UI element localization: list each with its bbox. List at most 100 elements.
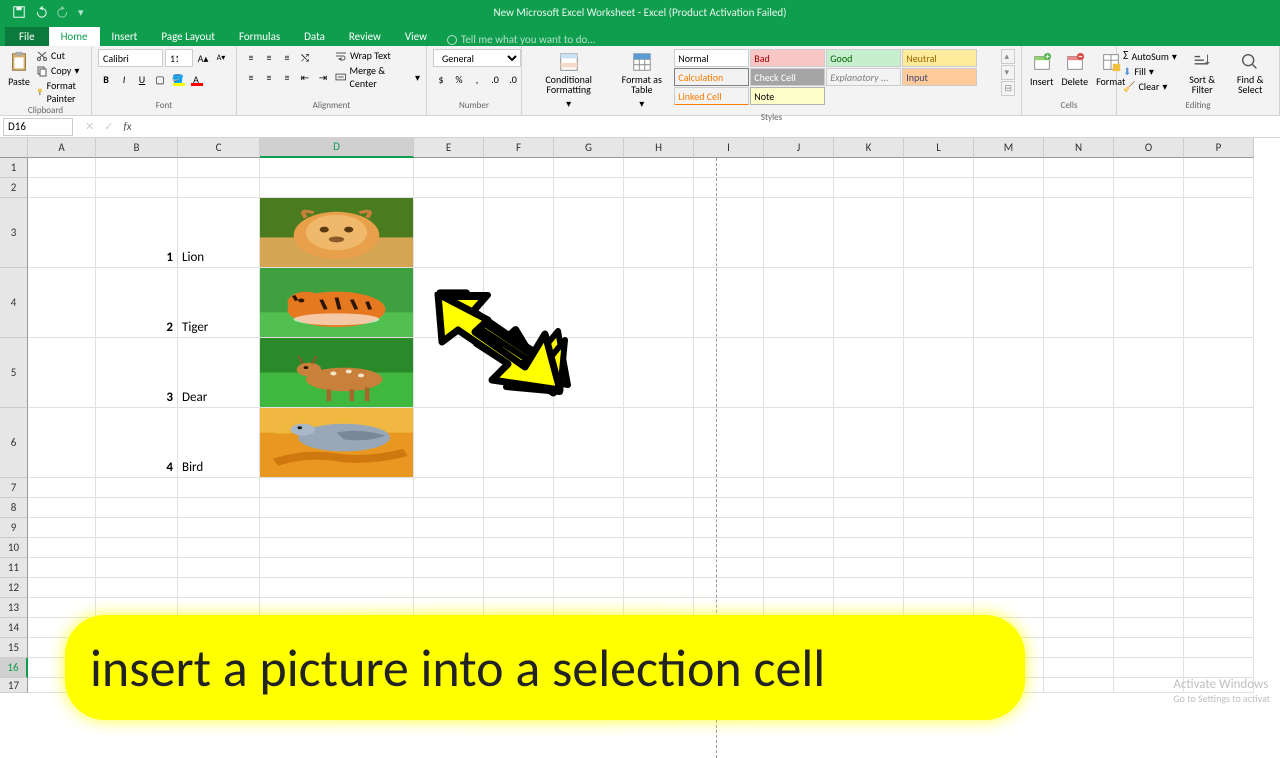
cell[interactable] — [1184, 658, 1254, 678]
cell[interactable] — [554, 408, 624, 478]
align-left-icon[interactable]: ≡ — [243, 69, 259, 85]
cell[interactable] — [484, 158, 554, 178]
cell[interactable] — [904, 158, 974, 178]
cell[interactable] — [974, 558, 1044, 578]
row-header-4[interactable]: 4 — [0, 268, 28, 338]
cell[interactable] — [1044, 268, 1114, 338]
col-header-C[interactable]: C — [178, 138, 260, 158]
cell[interactable] — [260, 178, 414, 198]
cell[interactable] — [764, 268, 834, 338]
indent-inc-icon[interactable]: ⇥ — [315, 69, 331, 85]
col-header-B[interactable]: B — [96, 138, 178, 158]
cell[interactable] — [1044, 618, 1114, 638]
cell[interactable] — [1114, 578, 1184, 598]
cell[interactable] — [28, 578, 96, 598]
cell[interactable] — [1044, 518, 1114, 538]
cell[interactable] — [554, 518, 624, 538]
cell[interactable] — [1044, 338, 1114, 408]
sort-filter-button[interactable]: Sort & Filter — [1181, 49, 1223, 97]
col-header-A[interactable]: A — [28, 138, 96, 158]
cell[interactable] — [1184, 498, 1254, 518]
cell[interactable] — [1184, 518, 1254, 538]
tab-file[interactable]: File — [5, 27, 49, 46]
cell[interactable] — [974, 518, 1044, 538]
cell[interactable] — [260, 558, 414, 578]
cell[interactable] — [1044, 538, 1114, 558]
cell[interactable] — [834, 338, 904, 408]
col-header-J[interactable]: J — [764, 138, 834, 158]
cell[interactable] — [624, 518, 694, 538]
cell[interactable] — [1184, 558, 1254, 578]
cell[interactable]: Tiger — [178, 268, 260, 338]
cell[interactable] — [484, 498, 554, 518]
cell[interactable] — [414, 538, 484, 558]
cell[interactable] — [834, 408, 904, 478]
animal-image[interactable] — [260, 198, 413, 267]
cell[interactable] — [694, 408, 764, 478]
cell[interactable]: Bird — [178, 408, 260, 478]
cell[interactable] — [694, 268, 764, 338]
cell[interactable] — [1184, 638, 1254, 658]
cell[interactable] — [28, 498, 96, 518]
dec-decimal-icon[interactable]: .0 — [505, 71, 521, 87]
cell[interactable] — [484, 408, 554, 478]
gallery-more-icon[interactable]: ⊟ — [1001, 81, 1015, 96]
cell[interactable] — [834, 578, 904, 598]
cell[interactable] — [28, 518, 96, 538]
cell[interactable] — [764, 338, 834, 408]
copy-button[interactable]: Copy ▾ — [36, 64, 85, 77]
cell[interactable] — [484, 198, 554, 268]
cell[interactable] — [1044, 198, 1114, 268]
align-right-icon[interactable]: ≡ — [279, 69, 295, 85]
cell[interactable] — [624, 158, 694, 178]
cell[interactable] — [1114, 558, 1184, 578]
orientation-icon[interactable]: ⤭ — [297, 49, 313, 65]
cell[interactable]: Dear — [178, 338, 260, 408]
tab-formulas[interactable]: Formulas — [227, 27, 292, 46]
row-header-3[interactable]: 3 — [0, 198, 28, 268]
cell[interactable] — [178, 178, 260, 198]
cell[interactable] — [1044, 678, 1114, 693]
cell[interactable] — [1114, 478, 1184, 498]
cell[interactable] — [178, 518, 260, 538]
row-header-15[interactable]: 15 — [0, 638, 28, 658]
tab-pagelayout[interactable]: Page Layout — [149, 27, 227, 46]
style-input[interactable]: Input — [902, 68, 977, 86]
animal-image[interactable] — [260, 408, 413, 477]
cell[interactable] — [904, 558, 974, 578]
cell[interactable] — [28, 198, 96, 268]
merge-center-button[interactable]: Merge & Center ▾ — [335, 64, 420, 90]
animal-image[interactable] — [260, 338, 413, 407]
cell[interactable] — [28, 558, 96, 578]
cell[interactable] — [694, 178, 764, 198]
inc-decimal-icon[interactable]: .0 — [487, 71, 503, 87]
col-header-D[interactable]: D — [260, 138, 414, 158]
cell[interactable] — [764, 498, 834, 518]
cell[interactable] — [178, 558, 260, 578]
cell[interactable]: 3 — [96, 338, 178, 408]
delete-cells-button[interactable]: Delete — [1060, 49, 1091, 90]
cell[interactable] — [260, 338, 414, 408]
cell[interactable] — [1044, 558, 1114, 578]
cell[interactable] — [834, 498, 904, 518]
gallery-up-icon[interactable]: ▴ — [1001, 49, 1015, 64]
format-as-table-button[interactable]: Format as Table▾ — [613, 49, 670, 112]
cell[interactable] — [1184, 338, 1254, 408]
col-header-N[interactable]: N — [1044, 138, 1114, 158]
redo-icon[interactable] — [56, 5, 70, 19]
cell[interactable] — [974, 158, 1044, 178]
row-header-1[interactable]: 1 — [0, 158, 28, 178]
cell[interactable] — [1184, 598, 1254, 618]
style-calculation[interactable]: Calculation — [674, 68, 749, 86]
cell[interactable] — [764, 578, 834, 598]
tab-review[interactable]: Review — [337, 27, 393, 46]
col-header-E[interactable]: E — [414, 138, 484, 158]
align-center-icon[interactable]: ≡ — [261, 69, 277, 85]
cell[interactable] — [96, 578, 178, 598]
cell[interactable] — [904, 538, 974, 558]
cell[interactable] — [834, 478, 904, 498]
cell[interactable] — [974, 338, 1044, 408]
cell[interactable] — [624, 578, 694, 598]
cell[interactable] — [1114, 268, 1184, 338]
cell[interactable] — [1114, 338, 1184, 408]
